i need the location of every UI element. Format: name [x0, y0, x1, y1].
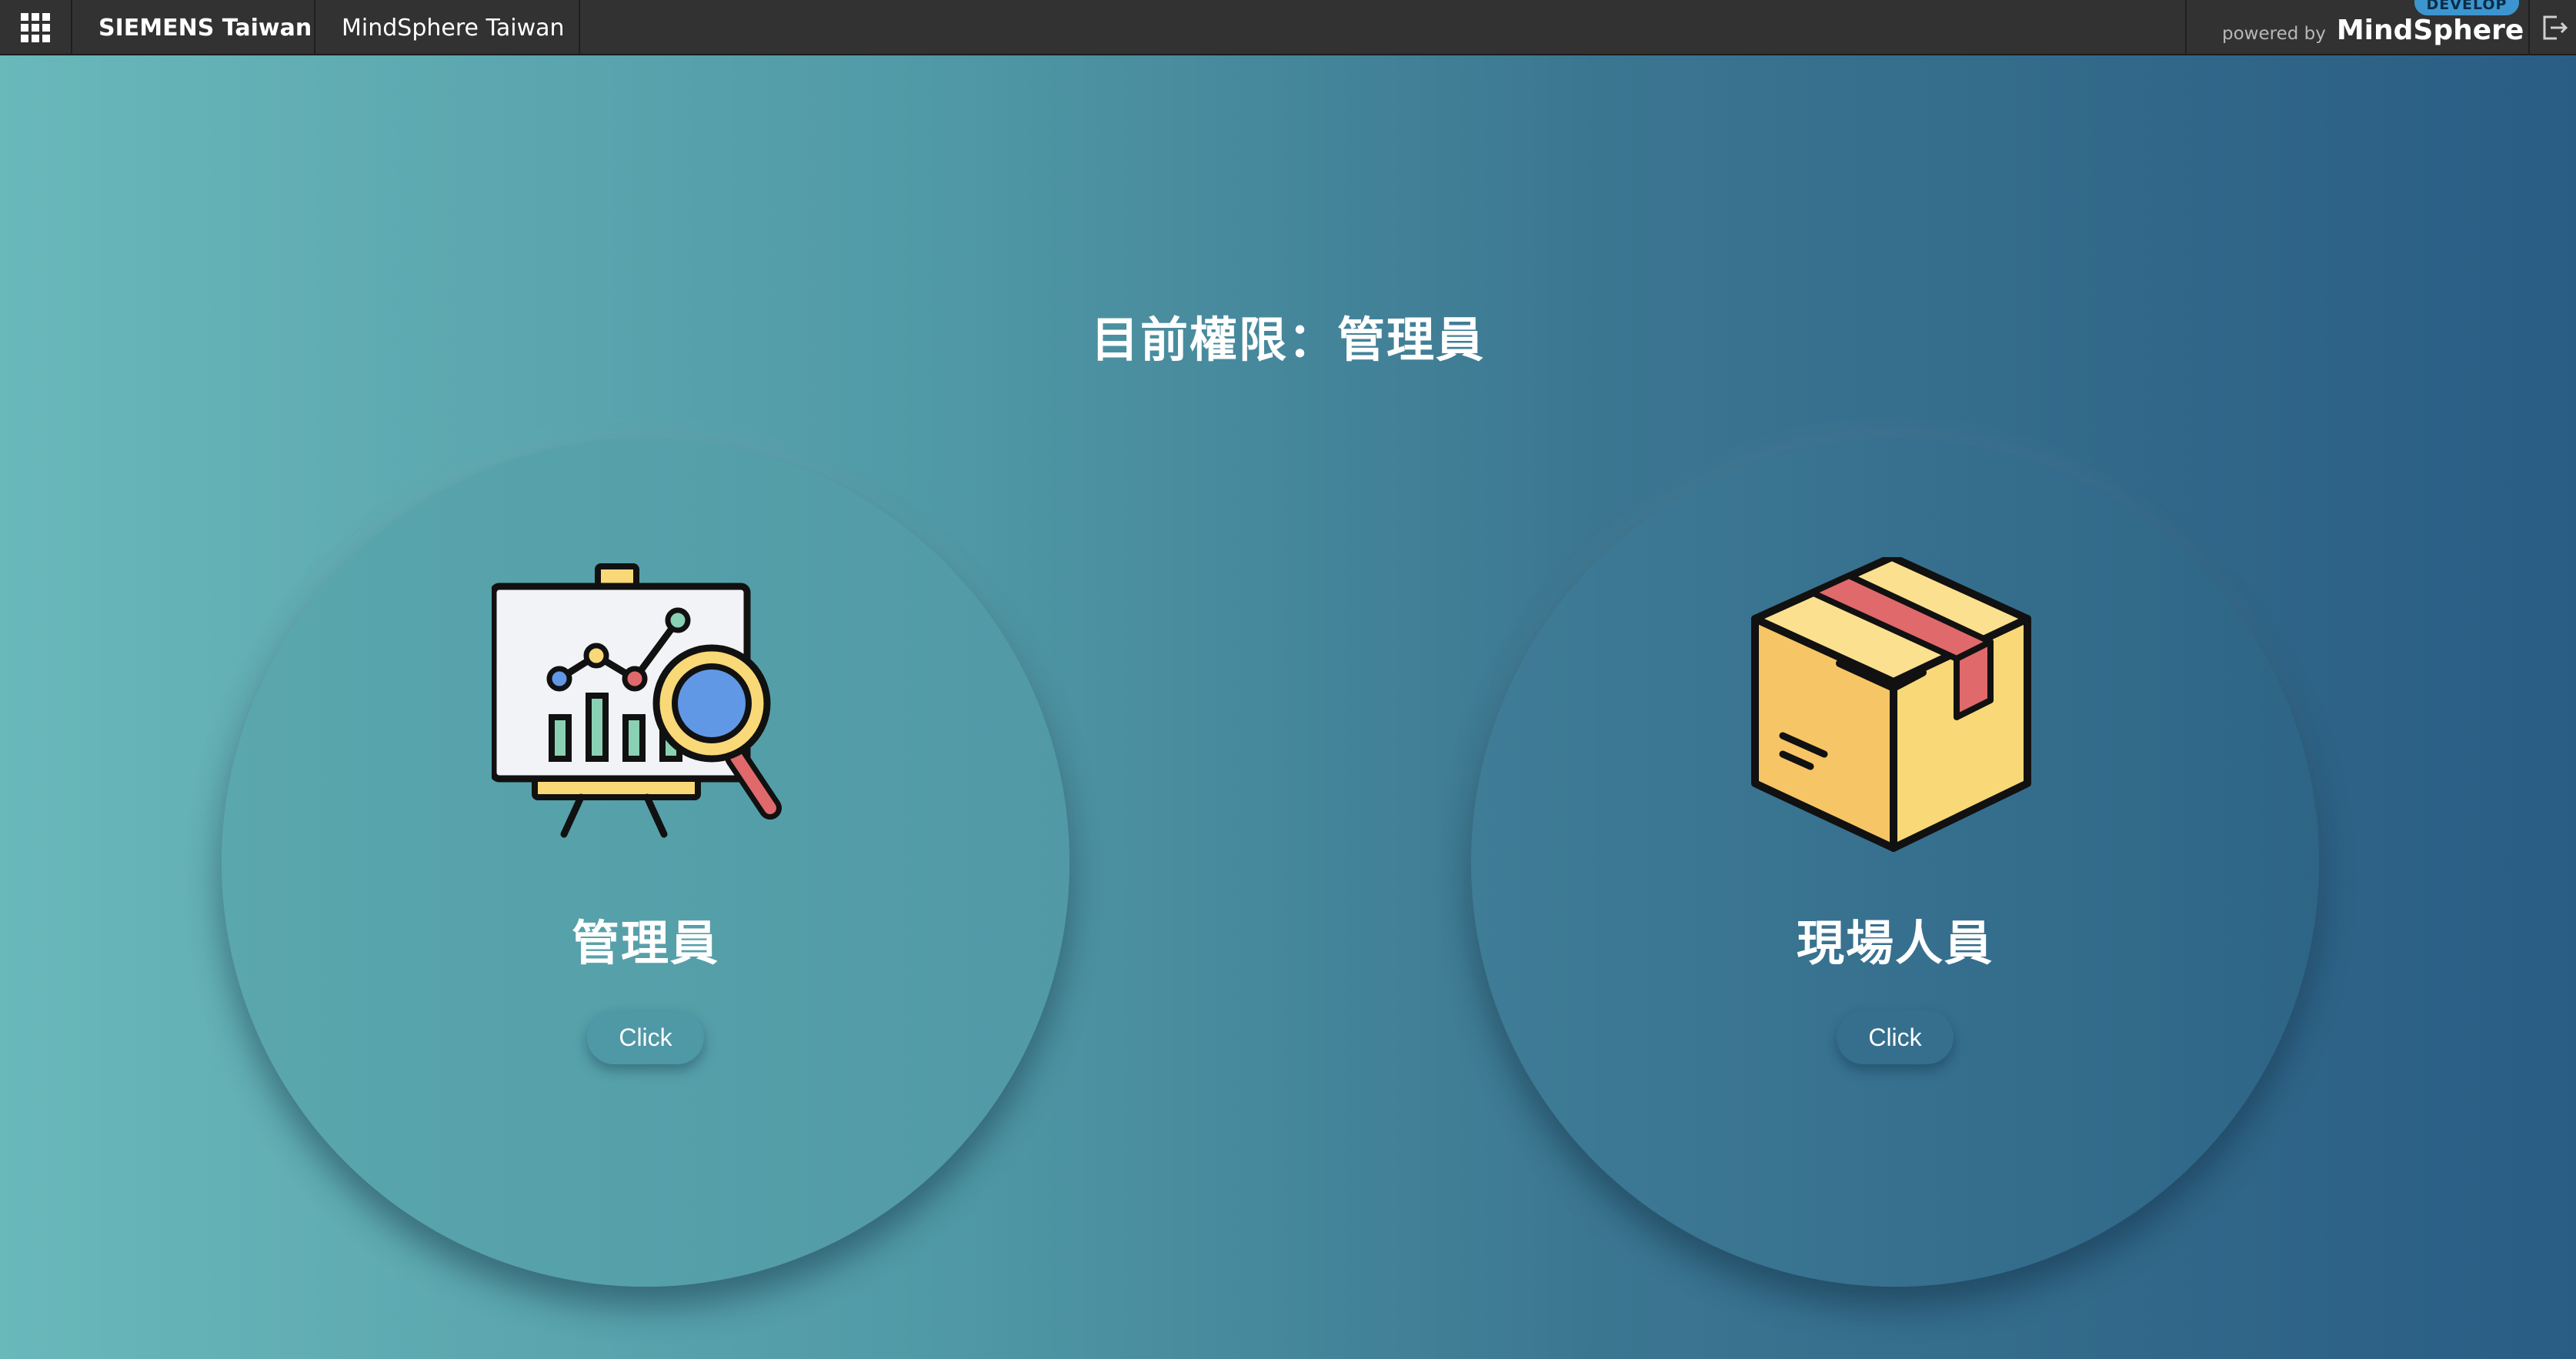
logout-button[interactable]: [2531, 0, 2576, 55]
page-title: 目前權限：管理員: [1090, 312, 1485, 368]
grid-icon: [21, 13, 50, 42]
admin-click-button[interactable]: Click: [587, 1010, 704, 1064]
package-box-icon: [1751, 557, 2031, 852]
field-staff-click-button[interactable]: Click: [1837, 1010, 1954, 1064]
main-content: 目前權限：管理員 管理員 Click 現場人員 Click: [0, 55, 2576, 1359]
role-card-field-staff: 現場人員 Click: [1471, 439, 2319, 1287]
app-name[interactable]: MindSphere Taiwan: [315, 0, 580, 55]
company-name[interactable]: SIEMENS Taiwan: [72, 0, 315, 55]
role-admin-label: 管理員: [571, 915, 719, 971]
environment-badge: DEVELOP: [2414, 0, 2519, 15]
mindsphere-logo-text: MindSphere: [2336, 15, 2524, 46]
role-field-staff-label: 現場人員: [1796, 915, 1994, 971]
role-card-admin: 管理員 Click: [222, 439, 1069, 1287]
logout-icon: [2543, 15, 2568, 40]
powered-by-label: powered by: [2222, 24, 2326, 44]
presentation-chart-icon: [492, 563, 782, 838]
top-bar: SIEMENS Taiwan MindSphere Taiwan powered…: [0, 0, 2576, 55]
app-switcher-button[interactable]: [0, 0, 72, 55]
